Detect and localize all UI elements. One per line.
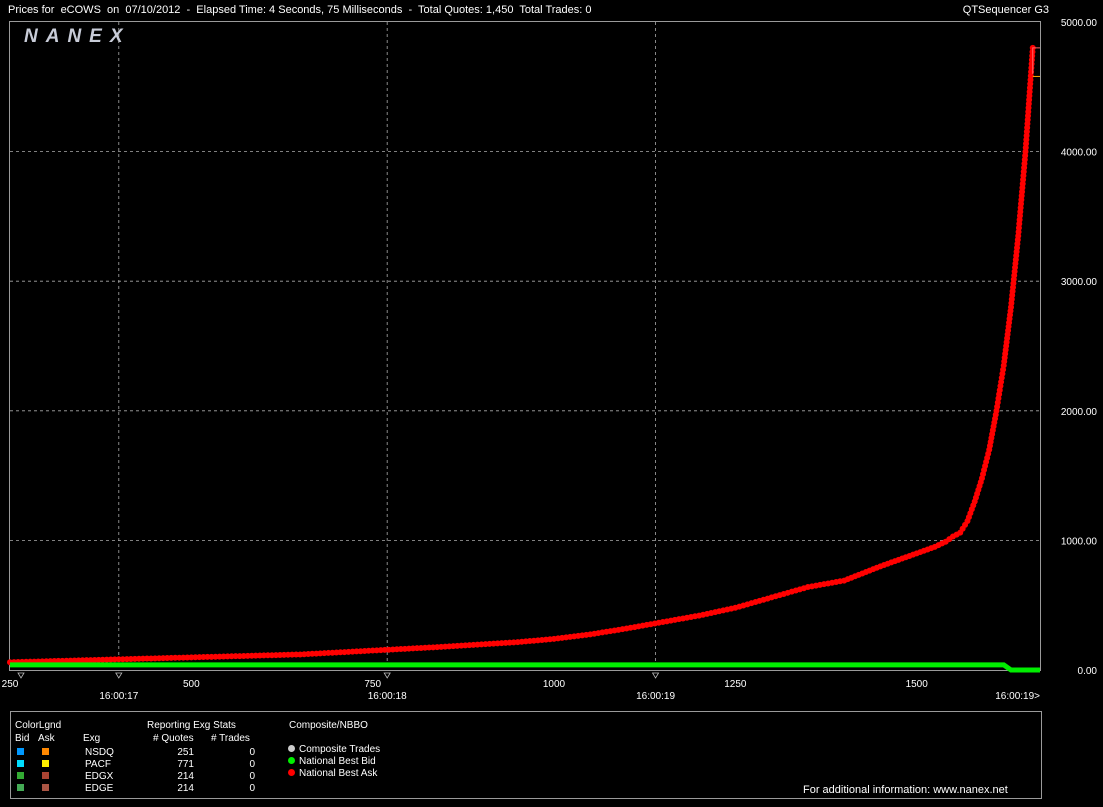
time-marker xyxy=(651,672,660,679)
quotes-header: # Quotes xyxy=(153,733,194,744)
x-tick-label: 1500 xyxy=(906,679,929,690)
y-tick-label: 1000.00 xyxy=(1061,536,1098,547)
time-marker xyxy=(115,672,123,679)
exchange-name: EDGX xyxy=(85,771,114,782)
time-tick-label: 16:00:19 xyxy=(636,691,675,702)
legend-panel: ColorLgnd Bid Ask Exg Reporting Exg Stat… xyxy=(10,711,1042,799)
composite-dot xyxy=(288,769,295,776)
composite-title: Composite/NBBO xyxy=(289,720,368,731)
bid-color-swatch xyxy=(17,748,24,755)
bid-header: Bid xyxy=(15,733,30,744)
y-tick-label: 0.00 xyxy=(1078,666,1098,677)
exchange-quotes: 251 xyxy=(177,747,194,758)
composite-label: Composite Trades xyxy=(299,744,381,755)
y-tick-label: 4000.00 xyxy=(1061,148,1098,159)
y-tick-label: 3000.00 xyxy=(1061,277,1098,288)
time-tick-label: 16:00:19> xyxy=(995,691,1040,702)
composite-label: National Best Bid xyxy=(299,756,376,767)
stats-title: Reporting Exg Stats xyxy=(147,720,236,731)
ask-color-swatch xyxy=(42,784,49,791)
exchange-name: NSDQ xyxy=(85,747,114,758)
footer-info: For additional information: www.nanex.ne… xyxy=(803,784,1008,796)
exchange-name: EDGE xyxy=(85,783,114,794)
composite-label: National Best Ask xyxy=(299,768,378,779)
trades-header: # Trades xyxy=(211,733,250,744)
x-tick-label: 1250 xyxy=(724,679,747,690)
composite-dot xyxy=(288,757,295,764)
exchange-trades: 0 xyxy=(249,783,255,794)
exg-header: Exg xyxy=(83,733,101,744)
ask-header: Ask xyxy=(38,733,55,744)
exchange-name: PACF xyxy=(85,759,111,770)
bid-color-swatch xyxy=(17,760,24,767)
exchange-quotes: 214 xyxy=(177,783,194,794)
time-marker xyxy=(383,672,391,679)
x-tick-label: 500 xyxy=(183,679,200,690)
price-chart: 5000.00 4000.00 3000.00 2000.00 1000.00 0.00 1… xyxy=(2,18,1098,702)
color-legend-title: ColorLgnd xyxy=(15,720,62,731)
ask-color-swatch xyxy=(42,748,49,755)
composite-dot xyxy=(288,745,295,752)
x-tick-label: 750 xyxy=(364,679,381,690)
exchange-trades: 0 xyxy=(249,759,255,770)
y-tick-label: 2000.00 xyxy=(1061,407,1098,418)
x-tick-label: 250 xyxy=(2,679,19,690)
exchange-trades: 0 xyxy=(249,771,255,782)
y-tick-label: 5000.00 xyxy=(1061,18,1098,29)
ask-color-swatch xyxy=(42,772,49,779)
time-tick-label: 16:00:17 xyxy=(99,691,138,702)
time-tick-label: 16:00:18 xyxy=(368,691,407,702)
x-tick-label: 1000 xyxy=(543,679,566,690)
exchange-quotes: 214 xyxy=(177,771,194,782)
bid-color-swatch xyxy=(17,784,24,791)
exchange-trades: 0 xyxy=(249,747,255,758)
bid-series-line xyxy=(10,662,1040,673)
bid-color-swatch xyxy=(17,772,24,779)
ask-color-swatch xyxy=(42,760,49,767)
time-marker xyxy=(17,672,25,679)
exchange-quotes: 771 xyxy=(177,759,194,770)
ask-series-line xyxy=(9,47,1034,663)
